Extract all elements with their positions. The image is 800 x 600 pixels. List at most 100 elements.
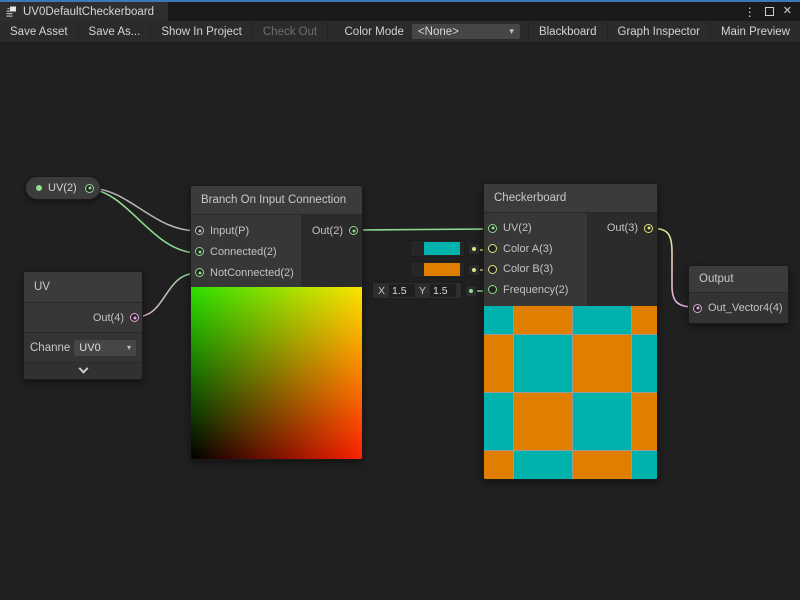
toolbar: Save Asset Save As... Show In Project Ch… — [0, 21, 800, 43]
branch-input-row[interactable]: Input(P) — [191, 220, 301, 241]
uv-channel-row: Channe UV0 ▾ — [24, 332, 142, 362]
branch-input-port[interactable] — [195, 226, 204, 235]
branch-out-port[interactable] — [349, 226, 358, 235]
checker-cell — [632, 393, 658, 450]
output-vector4-port[interactable] — [693, 304, 702, 313]
node-checkerboard[interactable]: Checkerboard UV(2) Color A(3) Color B(3)… — [483, 183, 658, 480]
color-mode-value: <None> — [418, 26, 459, 38]
color-a-field[interactable] — [410, 240, 465, 257]
tab-shader-graph[interactable]: UV0DefaultCheckerboard — [0, 2, 168, 21]
node-branch[interactable]: Branch On Input Connection Input(P) Conn… — [190, 185, 363, 460]
chevron-down-icon: ▾ — [509, 26, 514, 37]
uv-node-title[interactable]: UV — [24, 272, 142, 303]
main-preview-button[interactable]: Main Preview — [710, 21, 800, 42]
tab-bar: UV0DefaultCheckerboard ⋮ ✕ — [0, 2, 800, 21]
color-mode-dropdown[interactable]: <None> ▾ — [412, 24, 520, 39]
frequency-widget: X 1.5 Y 1.5 — [372, 282, 477, 299]
checker-cell — [573, 335, 631, 392]
checkerboard-frequency-label: Frequency(2) — [503, 284, 568, 296]
chevron-down-icon: ▾ — [127, 343, 131, 352]
branch-connected-row[interactable]: Connected(2) — [191, 241, 301, 262]
checkerboard-colora-port[interactable] — [488, 244, 497, 253]
frequency-x-label: X — [378, 285, 385, 297]
tab-title: UV0DefaultCheckerboard — [23, 6, 154, 18]
checkerboard-colora-row[interactable]: Color A(3) — [484, 239, 587, 260]
save-asset-button[interactable]: Save Asset — [0, 21, 79, 42]
node-uv[interactable]: UV Out(4) Channe UV0 ▾ — [23, 271, 143, 380]
color-b-field[interactable] — [410, 261, 465, 278]
checkerboard-inputs: UV(2) Color A(3) Color B(3) Frequency(2) — [484, 213, 587, 306]
checkerboard-uv-label: UV(2) — [503, 222, 532, 234]
checkerboard-node-title[interactable]: Checkerboard — [484, 184, 657, 213]
branch-notconnected-port[interactable] — [195, 268, 204, 277]
checkerboard-out-row[interactable]: Out(3) — [603, 218, 657, 239]
checkerboard-colora-label: Color A(3) — [503, 243, 553, 255]
color-a-swatch[interactable] — [424, 242, 460, 255]
uv-channel-dropdown[interactable]: UV0 ▾ — [74, 340, 136, 356]
frequency-fields: X 1.5 Y 1.5 — [372, 282, 462, 299]
branch-connected-port[interactable] — [195, 247, 204, 256]
node-output[interactable]: Output Out_Vector4(4) — [688, 265, 789, 324]
branch-node-title[interactable]: Branch On Input Connection — [191, 186, 362, 215]
checker-cell — [573, 306, 631, 334]
branch-input-label: Input(P) — [210, 225, 249, 237]
color-b-widget — [410, 261, 480, 278]
maximize-icon[interactable] — [765, 7, 774, 16]
uv-out-port[interactable] — [130, 313, 139, 322]
checker-cell — [484, 451, 513, 479]
checker-cell — [632, 335, 658, 392]
blackboard-button[interactable]: Blackboard — [528, 21, 607, 42]
checker-cell — [484, 335, 513, 392]
close-icon[interactable]: ✕ — [783, 6, 792, 17]
checker-cell — [514, 306, 572, 334]
frequency-connector[interactable] — [465, 285, 477, 297]
connector-dot-icon — [469, 289, 473, 293]
color-b-swatch[interactable] — [424, 263, 460, 276]
uv-out-label: Out(4) — [93, 312, 124, 324]
graph-inspector-button[interactable]: Graph Inspector — [607, 21, 710, 42]
branch-notconnected-row[interactable]: NotConnected(2) — [191, 262, 301, 283]
color-a-widget — [410, 240, 480, 257]
node-uv-pill[interactable]: UV(2) — [25, 176, 101, 200]
branch-preview-gradient — [191, 287, 363, 459]
uv-pill-out-port[interactable] — [85, 184, 94, 193]
checkerboard-colorb-port[interactable] — [488, 265, 497, 274]
frequency-x-input[interactable]: 1.5 — [389, 284, 415, 297]
show-in-project-button[interactable]: Show In Project — [151, 21, 253, 42]
uv-pill-label: UV(2) — [48, 182, 79, 194]
checker-cell — [514, 393, 572, 450]
uv-out-row: Out(4) — [24, 303, 142, 332]
branch-out-row[interactable]: Out(2) — [308, 220, 362, 241]
checkerboard-uv-row[interactable]: UV(2) — [484, 218, 587, 239]
output-input-row[interactable]: Out_Vector4(4) — [689, 293, 788, 323]
branch-outputs: Out(2) — [301, 215, 362, 287]
output-node-title[interactable]: Output — [689, 266, 788, 293]
branch-connected-label: Connected(2) — [210, 246, 277, 258]
frequency-y-input[interactable]: 1.5 — [430, 284, 456, 297]
color-mode-label: Color Mode — [337, 21, 412, 42]
window-menu-icon[interactable]: ⋮ — [744, 6, 756, 18]
frequency-y-label: Y — [419, 285, 426, 297]
checkerboard-frequency-port[interactable] — [488, 285, 497, 294]
checkerboard-frequency-row[interactable]: Frequency(2) — [484, 280, 587, 301]
checkerboard-uv-port[interactable] — [488, 224, 497, 233]
checker-cell — [484, 306, 513, 334]
save-as-button[interactable]: Save As... — [79, 21, 152, 42]
color-a-connector[interactable] — [468, 243, 480, 255]
uv-channel-label: Channe — [30, 342, 70, 354]
checker-cell — [514, 335, 572, 392]
branch-out-label: Out(2) — [312, 225, 343, 237]
checkerboard-out-port[interactable] — [644, 224, 653, 233]
checkerboard-colorb-row[interactable]: Color B(3) — [484, 259, 587, 280]
shader-graph-icon — [6, 6, 18, 18]
check-out-button: Check Out — [253, 21, 328, 42]
connector-dot-icon — [472, 268, 476, 272]
checkerboard-preview — [484, 306, 658, 479]
branch-notconnected-label: NotConnected(2) — [210, 267, 294, 279]
toolbar-right-group: Color Mode <None> ▾ Blackboard Graph Ins… — [337, 21, 800, 42]
connector-dot-icon — [472, 247, 476, 251]
uv-collapse-bar[interactable] — [24, 362, 142, 379]
checker-cell — [573, 393, 631, 450]
color-b-connector[interactable] — [468, 264, 480, 276]
checkerboard-outputs: Out(3) — [587, 213, 657, 306]
